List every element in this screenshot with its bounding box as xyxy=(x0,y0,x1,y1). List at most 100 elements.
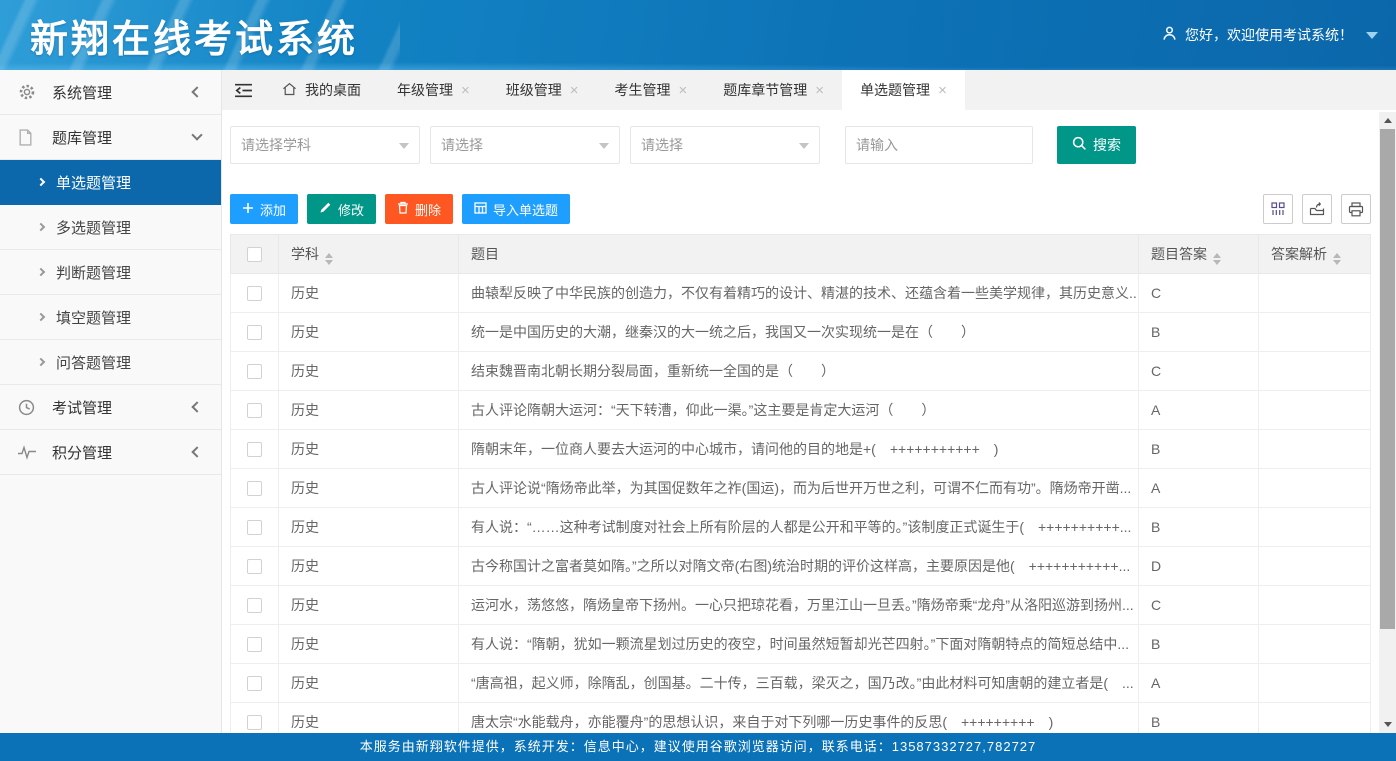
chevron-right-icon xyxy=(37,268,45,276)
table-row[interactable]: 历史 古人评论说“隋炀帝此举，为其国促数年之祚(国运)，而为后世开万世之利，可谓… xyxy=(231,469,1371,508)
add-button[interactable]: 添加 xyxy=(230,194,298,224)
table-row[interactable]: 历史 统一是中国历史的大潮，继秦汉的大一统之后，我国又一次实现统一是在（ ） B xyxy=(231,313,1371,352)
table-row[interactable]: 历史 有人说：“……这种考试制度对社会上所有阶层的人都是公开和平等的。”该制度正… xyxy=(231,508,1371,547)
filter-select-3[interactable]: 请选择 xyxy=(630,126,820,164)
print-button[interactable] xyxy=(1341,194,1371,224)
row-checkbox[interactable] xyxy=(247,325,262,340)
question-cell: 结束魏晋南北朝长期分裂局面，重新统一全国的是（ ） xyxy=(459,352,1139,391)
table-row[interactable]: 历史 结束魏晋南北朝长期分裂局面，重新统一全国的是（ ） C xyxy=(231,352,1371,391)
chevron-down-icon xyxy=(399,143,409,149)
pencil-icon xyxy=(319,201,332,217)
close-icon[interactable] xyxy=(461,83,470,98)
import-button[interactable]: 导入单选题 xyxy=(462,194,570,224)
table-row[interactable]: 历史 古人评论隋朝大运河：“天下转漕，仰此一渠。”这主要是肯定大运河（ ） A xyxy=(231,391,1371,430)
subject-cell: 历史 xyxy=(279,313,459,352)
sidebar-item-single-choice[interactable]: 单选题管理 xyxy=(0,160,221,205)
sidebar-item-true-false[interactable]: 判断题管理 xyxy=(0,250,221,295)
sidebar-item-label: 系统管理 xyxy=(52,82,112,103)
answer-cell: C xyxy=(1139,274,1259,313)
row-checkbox[interactable] xyxy=(247,637,262,652)
keyword-input[interactable] xyxy=(845,126,1033,164)
row-checkbox[interactable] xyxy=(247,598,262,613)
tab-grade[interactable]: 年级管理 xyxy=(379,70,488,110)
select-all-checkbox[interactable] xyxy=(247,247,262,262)
chevron-right-icon xyxy=(37,313,45,321)
row-checkbox[interactable] xyxy=(247,481,262,496)
filter-select-2[interactable]: 请选择 xyxy=(430,126,620,164)
answer-cell: A xyxy=(1139,469,1259,508)
sort-icon[interactable] xyxy=(325,253,333,265)
close-icon[interactable] xyxy=(815,83,824,98)
chevron-right-icon xyxy=(37,178,45,186)
row-checkbox[interactable] xyxy=(247,286,262,301)
close-icon[interactable] xyxy=(938,83,947,98)
subject-cell: 历史 xyxy=(279,625,459,664)
select-placeholder: 请选择 xyxy=(441,135,483,155)
row-checkbox[interactable] xyxy=(247,403,262,418)
tab-candidate[interactable]: 考生管理 xyxy=(597,70,706,110)
edit-button[interactable]: 修改 xyxy=(307,194,376,224)
app: 新翔在线考试系统 您好，欢迎使用考试系统！ 系统管理 题库管理 单选题管理 xyxy=(0,0,1396,761)
subject-cell: 历史 xyxy=(279,352,459,391)
sidebar-item-score[interactable]: 积分管理 xyxy=(0,430,221,475)
sidebar-item-question-bank[interactable]: 题库管理 xyxy=(0,115,221,160)
sidebar-item-exam[interactable]: 考试管理 xyxy=(0,385,221,430)
question-cell: 曲辕犁反映了中华民族的创造力，不仅有着精巧的设计、精湛的技术、还蕴含着一些美学规… xyxy=(459,274,1139,313)
sort-icon[interactable] xyxy=(1333,253,1341,265)
table-row[interactable]: 历史 运河水，荡悠悠，隋炀皇帝下扬州。一心只把琼花看，万里江山一旦丢。”隋炀帝乘… xyxy=(231,586,1371,625)
search-icon xyxy=(1072,136,1087,154)
close-icon[interactable] xyxy=(570,83,579,98)
subject-cell: 历史 xyxy=(279,586,459,625)
scrollbar-thumb[interactable] xyxy=(1380,129,1395,629)
tab-desktop[interactable]: 我的桌面 xyxy=(264,70,379,110)
chevron-left-icon xyxy=(191,446,202,457)
subject-cell: 历史 xyxy=(279,391,459,430)
delete-button[interactable]: 删除 xyxy=(385,194,453,224)
row-checkbox[interactable] xyxy=(247,520,262,535)
answer-cell: B xyxy=(1139,313,1259,352)
subject-cell: 历史 xyxy=(279,664,459,703)
search-button[interactable]: 搜索 xyxy=(1057,126,1136,164)
delete-button-label: 删除 xyxy=(415,200,441,219)
row-checkbox[interactable] xyxy=(247,364,262,379)
sidebar-item-label: 积分管理 xyxy=(52,442,112,463)
sidebar-item-multi-choice[interactable]: 多选题管理 xyxy=(0,205,221,250)
column-header-question: 题目 xyxy=(459,235,1139,274)
answer-cell: B xyxy=(1139,625,1259,664)
filter-columns-button[interactable] xyxy=(1263,194,1293,224)
row-checkbox[interactable] xyxy=(247,442,262,457)
table-row[interactable]: 历史 “唐高祖，起义师，除隋乱，创国基。二十传，三百载，梁灭之，国乃改。”由此材… xyxy=(231,664,1371,703)
content-panel: 请选择学科 请选择 请选择 搜索 xyxy=(222,110,1379,733)
table-header-row: 学科 题目 题目答案 答案解析 xyxy=(231,235,1371,274)
close-icon[interactable] xyxy=(679,83,688,98)
subject-cell: 历史 xyxy=(279,469,459,508)
table-row[interactable]: 历史 古今称国计之富者莫如隋。”之所以对隋文帝(右图)统治时期的评价这样高，主要… xyxy=(231,547,1371,586)
sort-icon[interactable] xyxy=(1213,253,1221,265)
tab-class[interactable]: 班级管理 xyxy=(488,70,597,110)
table-row[interactable]: 历史 隋朝末年，一位商人要去大运河的中心城市，请问他的目的地是+( ++++++… xyxy=(231,430,1371,469)
main-panel: 我的桌面 年级管理 班级管理 考生管理 题库章节管理 xyxy=(222,70,1396,733)
tab-chapter[interactable]: 题库章节管理 xyxy=(705,70,842,110)
table-row[interactable]: 历史 曲辕犁反映了中华民族的创造力，不仅有着精巧的设计、精湛的技术、还蕴含着一些… xyxy=(231,274,1371,313)
sidebar-item-system[interactable]: 系统管理 xyxy=(0,70,221,115)
tab-single-choice[interactable]: 单选题管理 xyxy=(842,70,965,110)
table-row[interactable]: 历史 有人说：“隋朝，犹如一颗流星划过历史的夜空，时间虽然短暂却光芒四射。”下面… xyxy=(231,625,1371,664)
question-cell: “唐高祖，起义师，除隋乱，创国基。二十传，三百载，梁灭之，国乃改。”由此材料可知… xyxy=(459,664,1139,703)
table-row[interactable]: 历史 唐太宗“水能载舟，亦能覆舟”的思想认识，来自于对下列哪一历史事件的反思( … xyxy=(231,703,1371,734)
export-button[interactable] xyxy=(1302,194,1332,224)
vertical-scrollbar[interactable] xyxy=(1379,112,1396,733)
user-menu[interactable]: 您好，欢迎使用考试系统！ xyxy=(1161,0,1378,70)
collapse-tabs-icon[interactable] xyxy=(222,70,264,110)
sidebar-item-qa[interactable]: 问答题管理 xyxy=(0,340,221,385)
table-grid-icon xyxy=(474,202,487,217)
row-checkbox[interactable] xyxy=(247,715,262,730)
subject-select[interactable]: 请选择学科 xyxy=(230,126,420,164)
scroll-down-arrow[interactable] xyxy=(1379,716,1396,733)
scroll-up-arrow[interactable] xyxy=(1379,112,1396,129)
row-checkbox[interactable] xyxy=(247,559,262,574)
row-checkbox[interactable] xyxy=(247,676,262,691)
analysis-cell xyxy=(1259,508,1371,547)
sidebar-item-fill-blank[interactable]: 填空题管理 xyxy=(0,295,221,340)
chevron-right-icon xyxy=(37,223,45,231)
chevron-down-icon xyxy=(799,143,809,149)
